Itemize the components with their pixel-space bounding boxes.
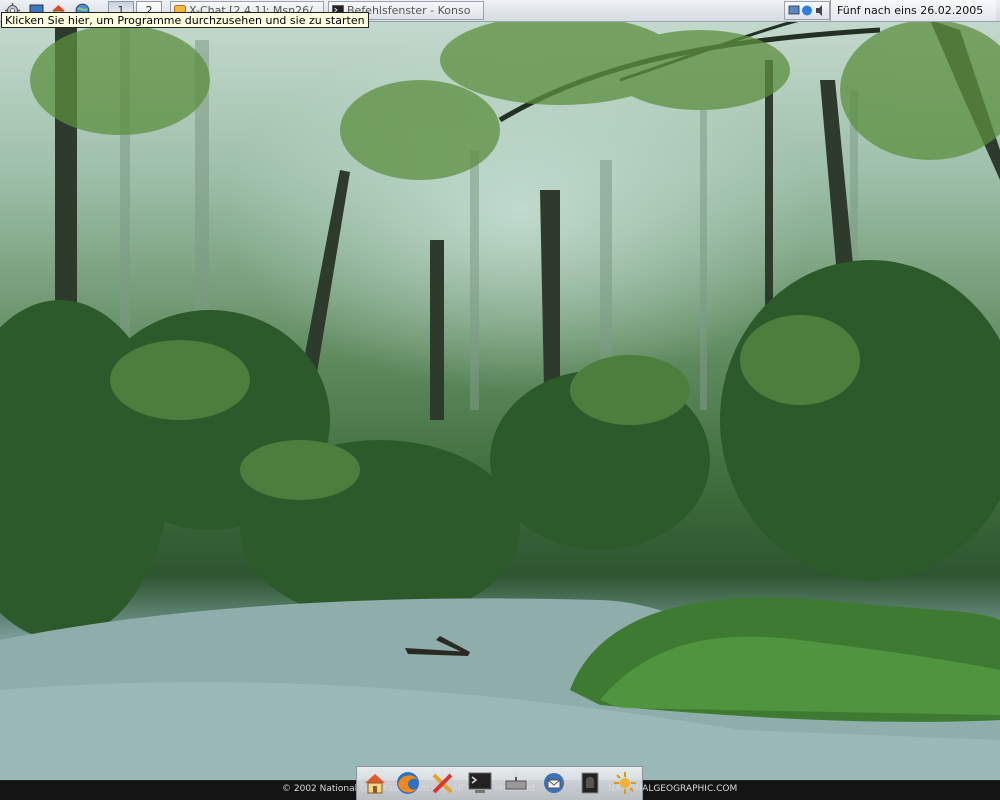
desktop-wallpaper	[0, 0, 1000, 800]
bottom-app-bar	[356, 766, 643, 800]
network-icon[interactable]	[503, 770, 529, 796]
network-icon[interactable]	[788, 5, 800, 15]
trash-icon[interactable]	[577, 770, 603, 796]
volume-icon[interactable]	[816, 5, 822, 16]
panel-clock[interactable]: Fünf nach eins 26.02.2005	[830, 0, 996, 21]
thunderbird-icon[interactable]	[541, 770, 567, 796]
firefox-icon[interactable]	[395, 770, 421, 796]
chat-tray-icon[interactable]	[802, 5, 812, 16]
terminal-icon[interactable]	[467, 770, 493, 796]
tools-icon[interactable]	[430, 770, 456, 796]
tray-icons	[788, 5, 822, 16]
kmenu-tooltip: Klicken Sie hier, um Programme durchzuse…	[1, 12, 369, 28]
kde-icon[interactable]	[612, 770, 638, 796]
home-icon[interactable]	[362, 770, 388, 796]
system-tray	[784, 1, 830, 20]
forest-river-scene	[0, 15, 1000, 780]
